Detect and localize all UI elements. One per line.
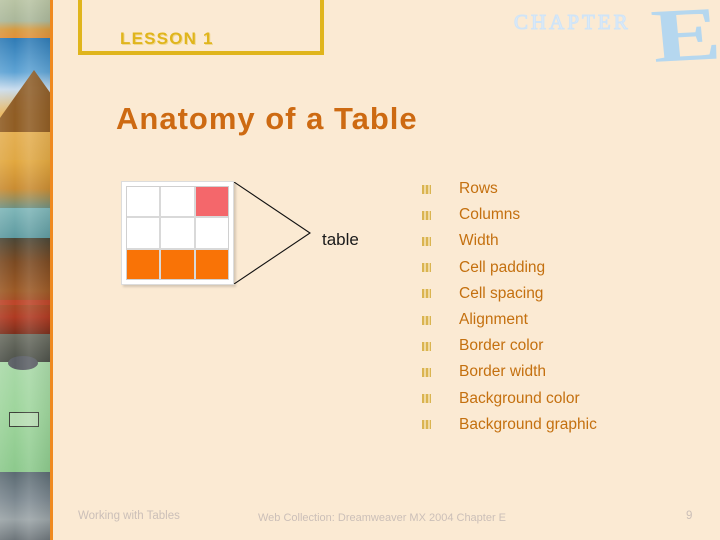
bullet-square-icon bbox=[422, 394, 431, 404]
bullet-item: Cell padding bbox=[422, 255, 682, 281]
bullet-square-icon bbox=[422, 341, 431, 351]
bullet-label: Border width bbox=[459, 363, 547, 381]
bullet-square-icon bbox=[422, 263, 431, 273]
bullet-label: Cell padding bbox=[459, 258, 546, 276]
bullet-item: Width bbox=[422, 228, 682, 254]
table-cell-r3c2 bbox=[161, 249, 194, 279]
table-cell-r1c1 bbox=[127, 187, 160, 217]
bullet-label: Columns bbox=[459, 206, 521, 224]
bullet-label: Alignment bbox=[459, 311, 528, 329]
lesson-banner-label: LESSON 1 bbox=[120, 29, 214, 48]
bullet-item: Background graphic bbox=[422, 412, 682, 438]
callout-bracket bbox=[234, 182, 311, 284]
table-cell-r2c1 bbox=[127, 218, 160, 248]
page-title: Anatomy of a Table bbox=[116, 101, 418, 136]
bullet-item: Border color bbox=[422, 333, 682, 359]
table-cell-r1c3 bbox=[195, 187, 228, 217]
bullet-label: Background color bbox=[459, 389, 580, 407]
callout-label: table bbox=[322, 230, 359, 249]
table-cell-r2c2 bbox=[161, 218, 194, 248]
bullet-square-icon bbox=[422, 315, 431, 325]
footer-left-text: Working with Tables bbox=[78, 510, 180, 522]
footer-page-number: 9 bbox=[686, 510, 693, 522]
table-cell-r3c3 bbox=[195, 249, 228, 279]
bullet-label: Cell spacing bbox=[459, 284, 544, 302]
bullet-label: Rows bbox=[459, 180, 498, 198]
bullet-square-icon bbox=[422, 184, 431, 194]
bullet-item: Border width bbox=[422, 359, 682, 385]
bullet-square-icon bbox=[422, 289, 431, 299]
bullet-label: Background graphic bbox=[459, 415, 597, 433]
chapter-letter: E bbox=[648, 0, 720, 79]
table-diagram bbox=[121, 181, 234, 285]
decorative-photo-strip bbox=[0, 0, 50, 540]
footer-center-text: Web Collection: Dreamweaver MX 2004 Chap… bbox=[258, 512, 507, 524]
bullet-item: Background color bbox=[422, 386, 682, 412]
bullet-square-icon bbox=[422, 236, 431, 246]
table-cell-r1c2 bbox=[161, 187, 194, 217]
bullet-item: Columns bbox=[422, 202, 682, 228]
bullet-item: Alignment bbox=[422, 307, 682, 333]
bullet-square-icon bbox=[422, 367, 431, 377]
bullet-square-icon bbox=[422, 210, 431, 220]
table-grid bbox=[126, 186, 229, 280]
table-cell-r3c1 bbox=[127, 249, 160, 279]
feature-bullet-list: Rows Columns Width Cell padding Cell spacing… bbox=[422, 176, 682, 438]
bullet-label: Border color bbox=[459, 337, 544, 355]
bullet-item: Rows bbox=[422, 176, 682, 202]
bullet-square-icon bbox=[422, 420, 431, 430]
bullet-label: Width bbox=[459, 232, 499, 250]
table-cell-r2c3 bbox=[195, 218, 228, 248]
bullet-item: Cell spacing bbox=[422, 281, 682, 307]
slide: LESSON 1 CHAPTER E Anatomy of a Table ta… bbox=[0, 0, 720, 540]
chapter-word: CHAPTER bbox=[514, 10, 631, 35]
strip-sheen-overlay bbox=[0, 0, 50, 540]
strip-accent-rule bbox=[50, 0, 53, 540]
